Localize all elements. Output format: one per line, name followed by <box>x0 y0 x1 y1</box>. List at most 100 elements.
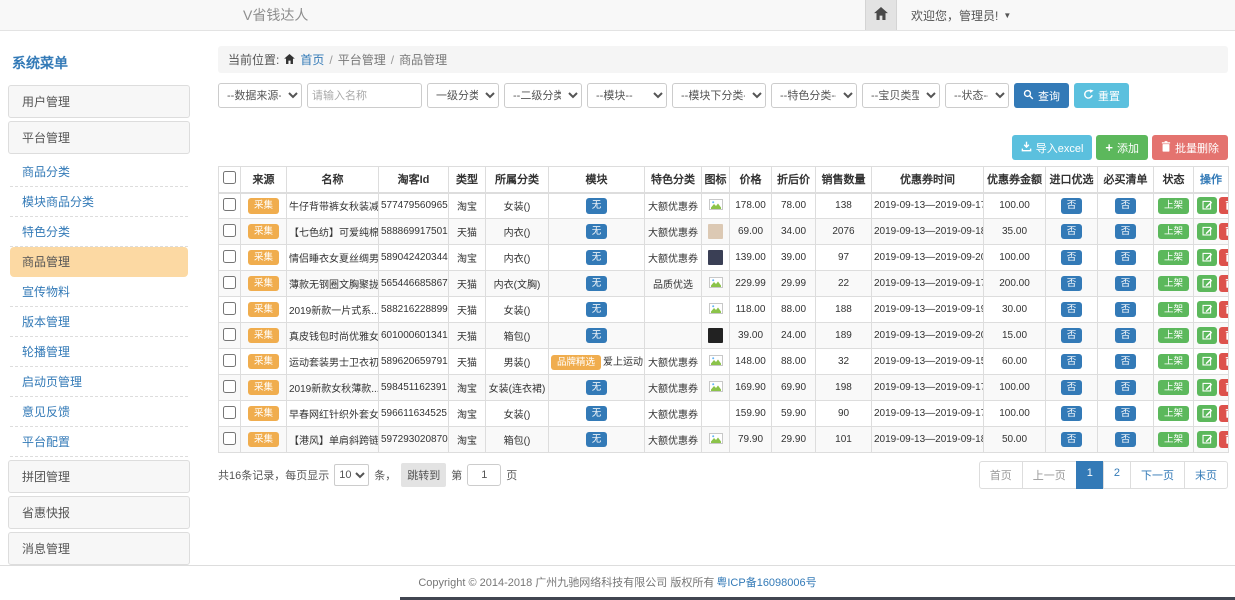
row-checkbox[interactable] <box>223 406 236 419</box>
import-select-toggle[interactable]: 否 <box>1061 198 1083 214</box>
sidebar-item[interactable]: 宣传物料 <box>10 277 188 307</box>
sidebar-item[interactable]: 版本管理 <box>10 307 188 337</box>
must-buy-toggle[interactable]: 否 <box>1115 328 1137 344</box>
pager-item[interactable]: 2 <box>1103 461 1131 489</box>
filter-select-data-source[interactable]: --数据来源-- <box>218 83 302 108</box>
import-select-toggle[interactable]: 否 <box>1061 406 1083 422</box>
sidebar-group[interactable]: 拼团管理 <box>8 460 190 493</box>
pager-item[interactable]: 下一页 <box>1130 461 1185 489</box>
status-badge[interactable]: 上架 <box>1158 198 1189 214</box>
per-page-select[interactable]: 10 <box>334 464 369 486</box>
filter-select-category-level1[interactable]: 一级分类 <box>427 83 499 108</box>
must-buy-toggle[interactable]: 否 <box>1115 198 1137 214</box>
must-buy-toggle[interactable]: 否 <box>1115 224 1137 240</box>
row-checkbox[interactable] <box>223 432 236 445</box>
import-select-toggle[interactable]: 否 <box>1061 302 1083 318</box>
add-button[interactable]: + 添加 <box>1096 135 1148 160</box>
row-checkbox[interactable] <box>223 302 236 315</box>
filter-name-input[interactable] <box>307 83 422 108</box>
delete-button[interactable] <box>1219 405 1229 422</box>
import-excel-button[interactable]: 导入excel <box>1012 135 1093 160</box>
delete-button[interactable] <box>1219 431 1229 448</box>
edit-button[interactable] <box>1197 249 1217 266</box>
select-all-checkbox[interactable] <box>223 171 236 184</box>
must-buy-toggle[interactable]: 否 <box>1115 354 1137 370</box>
delete-button[interactable] <box>1219 379 1229 396</box>
edit-button[interactable] <box>1197 353 1217 370</box>
sidebar-item[interactable]: 商品分类 <box>10 157 188 187</box>
sidebar-group[interactable]: 消息管理 <box>8 532 190 565</box>
import-select-toggle[interactable]: 否 <box>1061 224 1083 240</box>
row-checkbox[interactable] <box>223 250 236 263</box>
sidebar-item[interactable]: 轮播管理 <box>10 337 188 367</box>
row-checkbox[interactable] <box>223 380 236 393</box>
edit-button[interactable] <box>1197 327 1217 344</box>
status-badge[interactable]: 上架 <box>1158 354 1189 370</box>
sidebar-item[interactable]: 特色分类 <box>10 217 188 247</box>
status-badge[interactable]: 上架 <box>1158 380 1189 396</box>
edit-button[interactable] <box>1197 405 1217 422</box>
edit-button[interactable] <box>1197 301 1217 318</box>
pager-item[interactable]: 首页 <box>979 461 1023 489</box>
page-number-input[interactable] <box>467 464 501 486</box>
delete-button[interactable] <box>1219 249 1229 266</box>
delete-button[interactable] <box>1219 197 1229 214</box>
row-checkbox[interactable] <box>223 198 236 211</box>
filter-select-status[interactable]: --状态-- <box>945 83 1009 108</box>
must-buy-toggle[interactable]: 否 <box>1115 432 1137 448</box>
must-buy-toggle[interactable]: 否 <box>1115 302 1137 318</box>
import-select-toggle[interactable]: 否 <box>1061 250 1083 266</box>
import-select-toggle[interactable]: 否 <box>1061 380 1083 396</box>
row-checkbox[interactable] <box>223 276 236 289</box>
import-select-toggle[interactable]: 否 <box>1061 432 1083 448</box>
import-select-toggle[interactable]: 否 <box>1061 276 1083 292</box>
must-buy-toggle[interactable]: 否 <box>1115 250 1137 266</box>
status-badge[interactable]: 上架 <box>1158 406 1189 422</box>
must-buy-toggle[interactable]: 否 <box>1115 380 1137 396</box>
filter-select-module-subcategory[interactable]: --模块下分类-- <box>672 83 766 108</box>
status-badge[interactable]: 上架 <box>1158 302 1189 318</box>
status-badge[interactable]: 上架 <box>1158 328 1189 344</box>
import-select-toggle[interactable]: 否 <box>1061 354 1083 370</box>
status-badge[interactable]: 上架 <box>1158 250 1189 266</box>
row-checkbox[interactable] <box>223 224 236 237</box>
filter-select-item-type[interactable]: --宝贝类型-- <box>862 83 940 108</box>
sidebar-item[interactable]: 商品管理 <box>10 247 188 277</box>
delete-button[interactable] <box>1219 327 1229 344</box>
must-buy-toggle[interactable]: 否 <box>1115 406 1137 422</box>
breadcrumb-home-link[interactable]: 首页 <box>300 51 324 68</box>
status-badge[interactable]: 上架 <box>1158 432 1189 448</box>
row-checkbox[interactable] <box>223 328 236 341</box>
sidebar-item[interactable]: 平台配置 <box>10 427 188 457</box>
sidebar-group[interactable]: 省惠快报 <box>8 496 190 529</box>
sidebar-item[interactable]: 意见反馈 <box>10 397 188 427</box>
delete-button[interactable] <box>1219 275 1229 292</box>
status-badge[interactable]: 上架 <box>1158 276 1189 292</box>
filter-select-category-level2[interactable]: --二级分类-- <box>504 83 582 108</box>
icp-link[interactable]: 粤ICP备16098006号 <box>716 574 816 590</box>
delete-button[interactable] <box>1219 223 1229 240</box>
edit-button[interactable] <box>1197 379 1217 396</box>
sidebar-group[interactable]: 平台管理 <box>8 121 190 154</box>
reset-button[interactable]: 重置 <box>1074 83 1129 108</box>
pager-item[interactable]: 1 <box>1076 461 1104 489</box>
status-badge[interactable]: 上架 <box>1158 224 1189 240</box>
import-select-toggle[interactable]: 否 <box>1061 328 1083 344</box>
delete-button[interactable] <box>1219 353 1229 370</box>
jump-button[interactable]: 跳转到 <box>401 463 446 487</box>
edit-button[interactable] <box>1197 431 1217 448</box>
pager-item[interactable]: 末页 <box>1184 461 1228 489</box>
edit-button[interactable] <box>1197 223 1217 240</box>
filter-select-special-category[interactable]: --特色分类-- <box>771 83 857 108</box>
must-buy-toggle[interactable]: 否 <box>1115 276 1137 292</box>
home-button[interactable] <box>865 0 897 30</box>
search-button[interactable]: 查询 <box>1014 83 1069 108</box>
sidebar-item[interactable]: 模块商品分类 <box>10 187 188 217</box>
row-checkbox[interactable] <box>223 354 236 367</box>
batch-delete-button[interactable]: 批量删除 <box>1152 135 1228 160</box>
edit-button[interactable] <box>1197 197 1217 214</box>
sidebar-item[interactable]: 启动页管理 <box>10 367 188 397</box>
sidebar-group[interactable]: 用户管理 <box>8 85 190 118</box>
filter-select-module[interactable]: --模块-- <box>587 83 667 108</box>
user-menu[interactable]: 欢迎您，管理员! ▼ <box>911 7 1011 24</box>
